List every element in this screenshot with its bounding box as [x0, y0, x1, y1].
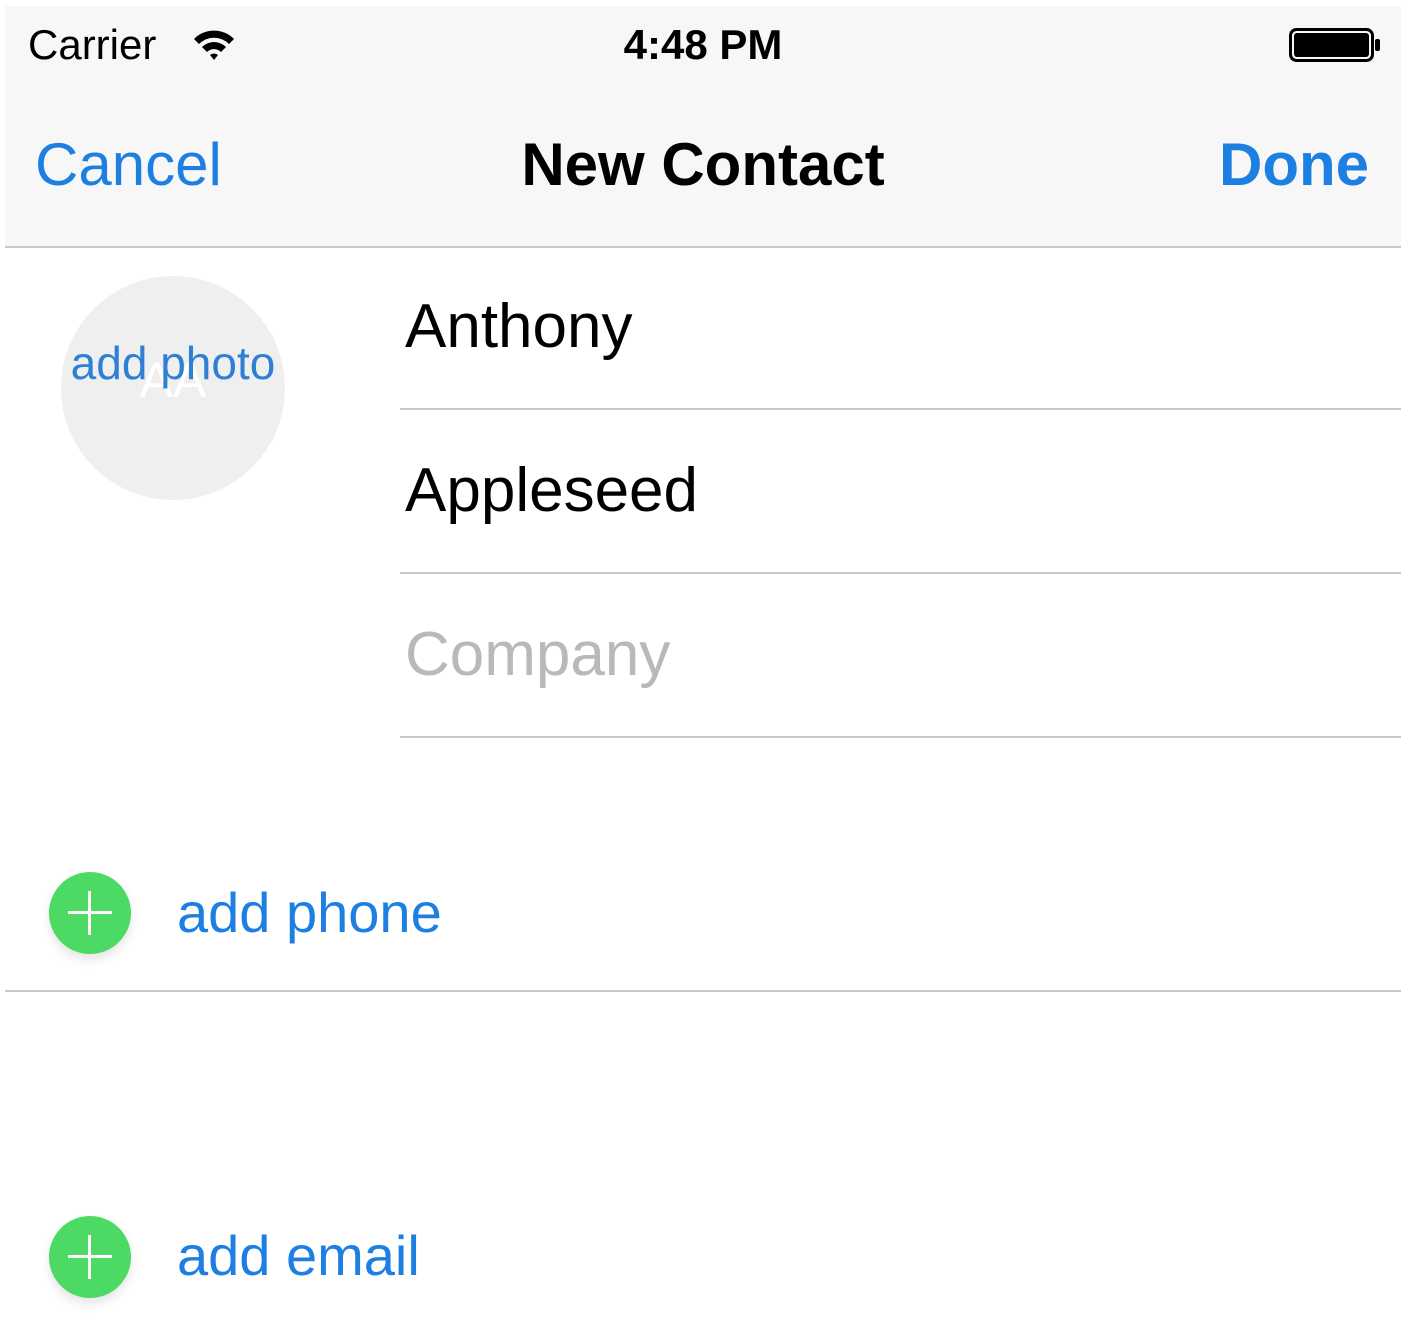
- add-phone-button[interactable]: add phone: [5, 840, 1401, 992]
- top-bar: Carrier 4:48 PM Cancel New Contact Done: [5, 6, 1401, 248]
- add-photo-button[interactable]: AA add photo: [61, 276, 285, 500]
- company-row: [400, 574, 1401, 738]
- add-email-button[interactable]: add email: [5, 1176, 1401, 1326]
- add-photo-label: add photo: [70, 337, 276, 389]
- plus-circle-icon: [49, 872, 131, 954]
- battery-icon: [1289, 28, 1380, 62]
- new-contact-screen: Carrier 4:48 PM Cancel New Contact Done …: [5, 6, 1401, 1330]
- done-button[interactable]: Done: [1219, 130, 1369, 200]
- status-time: 4:48 PM: [623, 21, 783, 68]
- first-name-row: [400, 246, 1401, 410]
- last-name-row: [400, 410, 1401, 574]
- first-name-field[interactable]: [405, 286, 1365, 366]
- add-phone-label: add phone: [177, 881, 442, 944]
- company-field[interactable]: [405, 614, 1365, 694]
- page-title: New Contact: [521, 131, 885, 198]
- last-name-field[interactable]: [405, 450, 1365, 530]
- add-email-label: add email: [177, 1224, 420, 1287]
- plus-circle-icon: [49, 1216, 131, 1298]
